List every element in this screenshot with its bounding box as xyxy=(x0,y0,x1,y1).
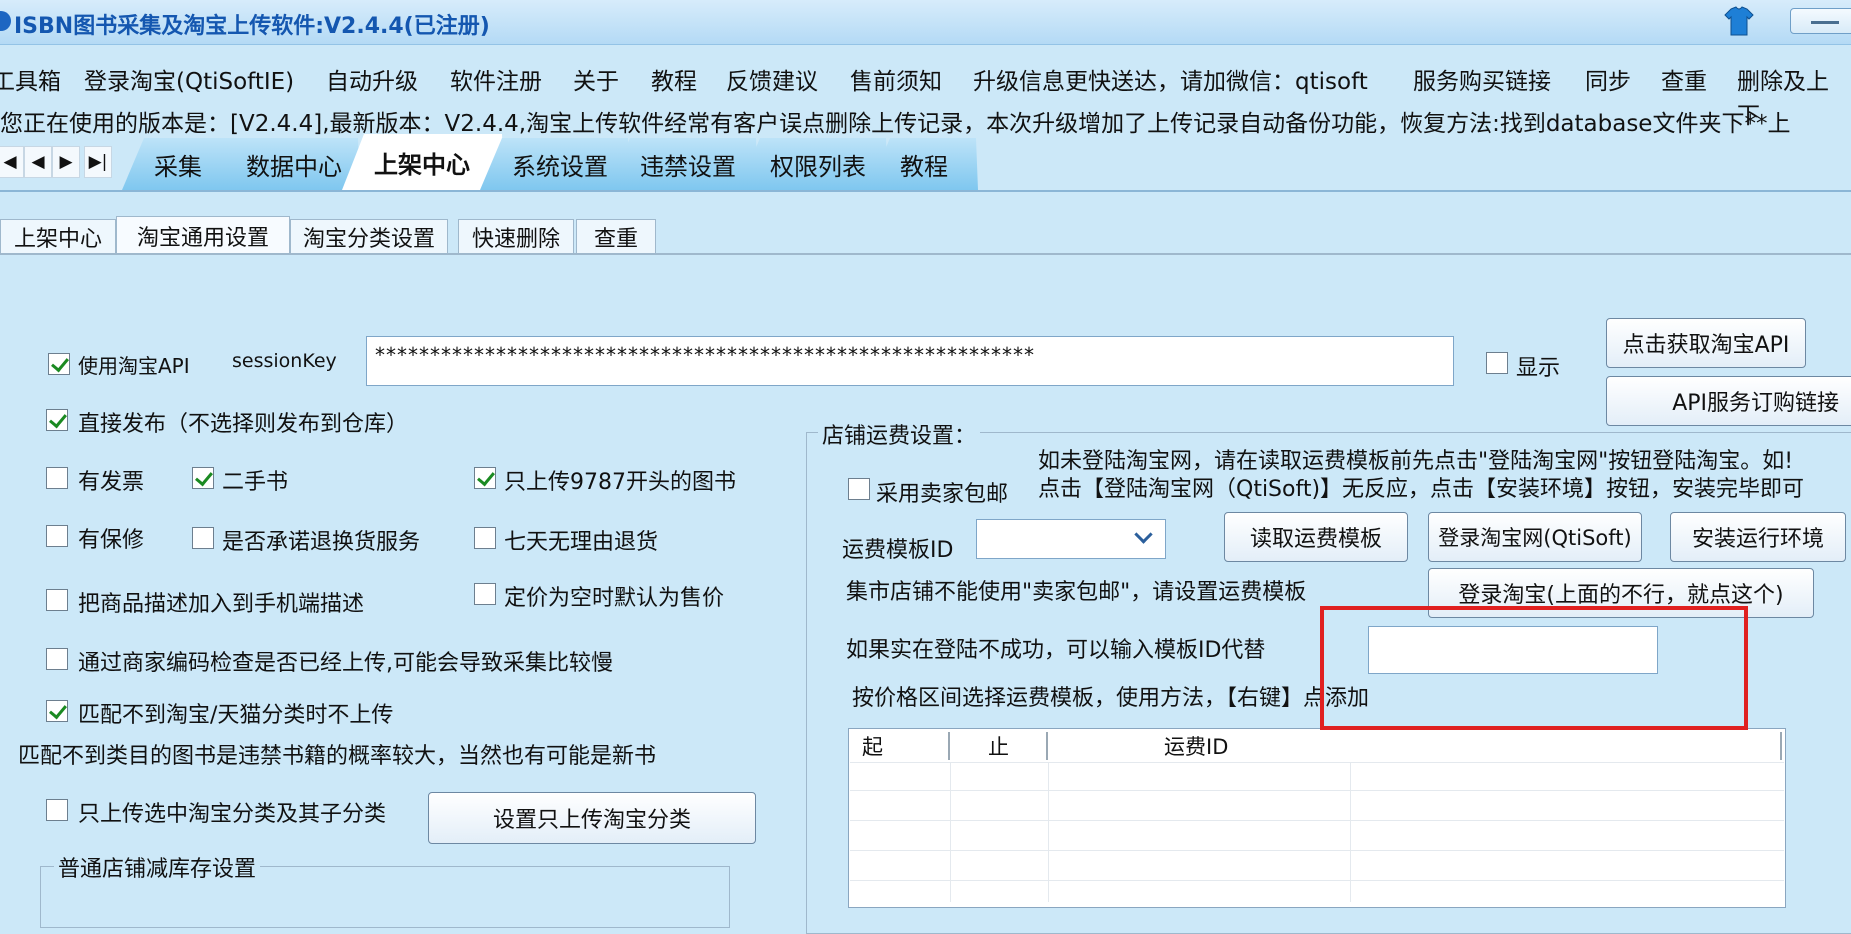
price-default-checkbox[interactable] xyxy=(474,583,496,605)
invoice-checkbox[interactable] xyxy=(46,467,68,489)
template-id-label: 运费模板ID xyxy=(842,538,954,563)
get-api-button[interactable]: 点击获取淘宝API xyxy=(1606,318,1806,368)
tab-banned-settings[interactable]: 违禁设置 xyxy=(608,138,758,190)
manual-id-label: 如果实在登陆不成功，可以输入模板ID代替 xyxy=(846,638,1266,663)
subtab-dedupe[interactable]: 查重 xyxy=(576,219,656,253)
seller-free-shipping-label: 采用卖家包邮 xyxy=(876,482,1009,507)
second-hand-label: 二手书 xyxy=(222,470,289,495)
mobile-desc-label: 把商品描述加入到手机端描述 xyxy=(78,592,365,617)
seller-free-shipping-checkbox[interactable] xyxy=(848,478,870,500)
menu-auto-upgrade[interactable]: 自动升级 xyxy=(326,62,418,96)
show-key-label: 显示 xyxy=(1516,356,1561,381)
warranty-label: 有保修 xyxy=(78,528,145,553)
direct-publish-label: 直接发布（不选择则发布到仓库） xyxy=(78,412,409,437)
shipping-hint-line2: 点击【登陆淘宝网（QtiSoft)】无反应，点击【安装环境】按钮，安装完毕即可 xyxy=(1038,477,1805,502)
no-upload-unmatched-label: 匹配不到淘宝/天猫分类时不上传 xyxy=(78,703,394,728)
grid-line xyxy=(1048,762,1049,902)
highlight-annotation-box xyxy=(1320,606,1748,730)
session-key-input[interactable]: ****************************************… xyxy=(366,336,1454,386)
read-template-button[interactable]: 读取运费模板 xyxy=(1224,512,1408,562)
column-separator xyxy=(1780,732,1782,760)
tab-nav-first-button[interactable]: ◀ xyxy=(0,146,24,178)
menu-login-taobao[interactable]: 登录淘宝(QtiSoftIE) xyxy=(84,62,294,96)
return-exchange-label: 是否承诺退换货服务 xyxy=(222,530,421,555)
only-selected-category-checkbox[interactable] xyxy=(46,799,68,821)
mobile-desc-checkbox[interactable] xyxy=(46,589,68,611)
tab-nav-prev-button[interactable]: ◀ xyxy=(24,146,52,178)
invoice-label: 有发票 xyxy=(78,470,145,495)
only-9787-label: 只上传9787开头的图书 xyxy=(504,470,736,495)
tab-nav-last-button[interactable]: ▶| xyxy=(84,146,112,178)
main-tab-divider xyxy=(0,190,1851,192)
price-default-label: 定价为空时默认为售价 xyxy=(504,586,725,611)
menu-sync[interactable]: 同步 xyxy=(1585,62,1631,96)
seven-day-label: 七天无理由退货 xyxy=(504,530,659,555)
grid-line xyxy=(950,762,951,902)
install-env-button[interactable]: 安装运行环境 xyxy=(1670,512,1846,562)
return-exchange-checkbox[interactable] xyxy=(192,527,214,549)
menu-purchase-link[interactable]: 服务购买链接 xyxy=(1413,62,1551,96)
version-notice: 您正在使用的版本是：[V2.4.4],最新版本：V2.4.4,淘宝上传软件经常有… xyxy=(0,111,1791,137)
subtab-quick-delete[interactable]: 快速删除 xyxy=(458,219,574,253)
seven-day-checkbox[interactable] xyxy=(474,527,496,549)
stock-settings-title: 普通店铺减库存设置 xyxy=(54,851,261,883)
unmatched-note: 匹配不到类目的图书是违禁书籍的概率较大，当然也有可能是新书 xyxy=(18,744,657,769)
only-9787-checkbox[interactable] xyxy=(474,467,496,489)
menu-toolbox[interactable]: 工具箱 xyxy=(0,62,61,96)
session-key-label: sessionKey xyxy=(232,350,337,372)
direct-publish-checkbox[interactable] xyxy=(46,409,68,431)
column-header-shipping-id[interactable]: 运费ID xyxy=(1164,731,1228,761)
sub-tab-divider xyxy=(0,253,1851,255)
merchant-code-label: 通过商家编码检查是否已经上传,可能会导致采集比较慢 xyxy=(78,651,613,676)
shipping-settings-title: 店铺运费设置： xyxy=(818,418,981,450)
grid-line xyxy=(850,880,1784,881)
menu-feedback[interactable]: 反馈建议 xyxy=(726,62,818,96)
menu-presale[interactable]: 售前须知 xyxy=(850,62,942,96)
tab-data-center[interactable]: 数据中心 xyxy=(214,138,360,190)
only-selected-category-label: 只上传选中淘宝分类及其子分类 xyxy=(78,802,387,827)
no-upload-unmatched-checkbox[interactable] xyxy=(46,700,68,722)
login-qtisoft-button[interactable]: 登录淘宝网(QtiSoft) xyxy=(1428,512,1642,562)
set-category-button[interactable]: 设置只上传淘宝分类 xyxy=(428,792,756,844)
grid-line xyxy=(850,790,1784,791)
price-range-note: 按价格区间选择运费模板，使用方法，【右键】点添加 xyxy=(852,686,1370,711)
tab-nav-next-button[interactable]: ▶ xyxy=(52,146,80,178)
market-note: 集市店铺不能使用"卖家包邮"，请设置运费模板 xyxy=(846,580,1307,605)
skin-shirt-icon[interactable] xyxy=(1722,6,1756,36)
grid-line xyxy=(850,762,1784,763)
subtab-taobao-category[interactable]: 淘宝分类设置 xyxy=(290,219,448,253)
grid-line xyxy=(850,820,1784,821)
show-key-checkbox[interactable] xyxy=(1486,352,1508,374)
column-header-start[interactable]: 起 xyxy=(862,731,883,761)
menu-register[interactable]: 软件注册 xyxy=(450,62,542,96)
column-separator xyxy=(948,732,950,760)
grid-line xyxy=(850,850,1784,851)
menu-about[interactable]: 关于 xyxy=(573,62,619,96)
minimize-button[interactable] xyxy=(1790,8,1851,34)
use-api-checkbox[interactable] xyxy=(48,353,70,375)
tab-listing-center[interactable]: 上架中心 xyxy=(342,134,504,190)
title-bar: ISBN图书采集及淘宝上传软件:V2.4.4(已注册) xyxy=(0,0,1851,45)
menu-wechat-info[interactable]: 升级信息更快送达，请加微信：qtisoft xyxy=(973,62,1368,96)
app-icon xyxy=(0,11,11,31)
menu-dedupe[interactable]: 查重 xyxy=(1661,62,1707,96)
tab-permission-list[interactable]: 权限列表 xyxy=(738,138,888,190)
template-id-select[interactable] xyxy=(976,519,1166,559)
subtab-taobao-general[interactable]: 淘宝通用设置 xyxy=(116,216,290,254)
menu-tutorial[interactable]: 教程 xyxy=(651,62,697,96)
tab-system-settings[interactable]: 系统设置 xyxy=(480,138,630,190)
use-api-label: 使用淘宝API xyxy=(78,354,190,378)
warranty-checkbox[interactable] xyxy=(46,525,68,547)
window-title: ISBN图书采集及淘宝上传软件:V2.4.4(已注册) xyxy=(14,14,490,39)
column-header-end[interactable]: 止 xyxy=(988,731,1009,761)
grid-line xyxy=(1350,762,1351,902)
second-hand-checkbox[interactable] xyxy=(192,467,214,489)
subtab-listing-center[interactable]: 上架中心 xyxy=(0,219,116,253)
column-separator xyxy=(1046,732,1048,760)
api-subscribe-button[interactable]: API服务订购链接 xyxy=(1606,376,1851,426)
merchant-code-checkbox[interactable] xyxy=(46,648,68,670)
